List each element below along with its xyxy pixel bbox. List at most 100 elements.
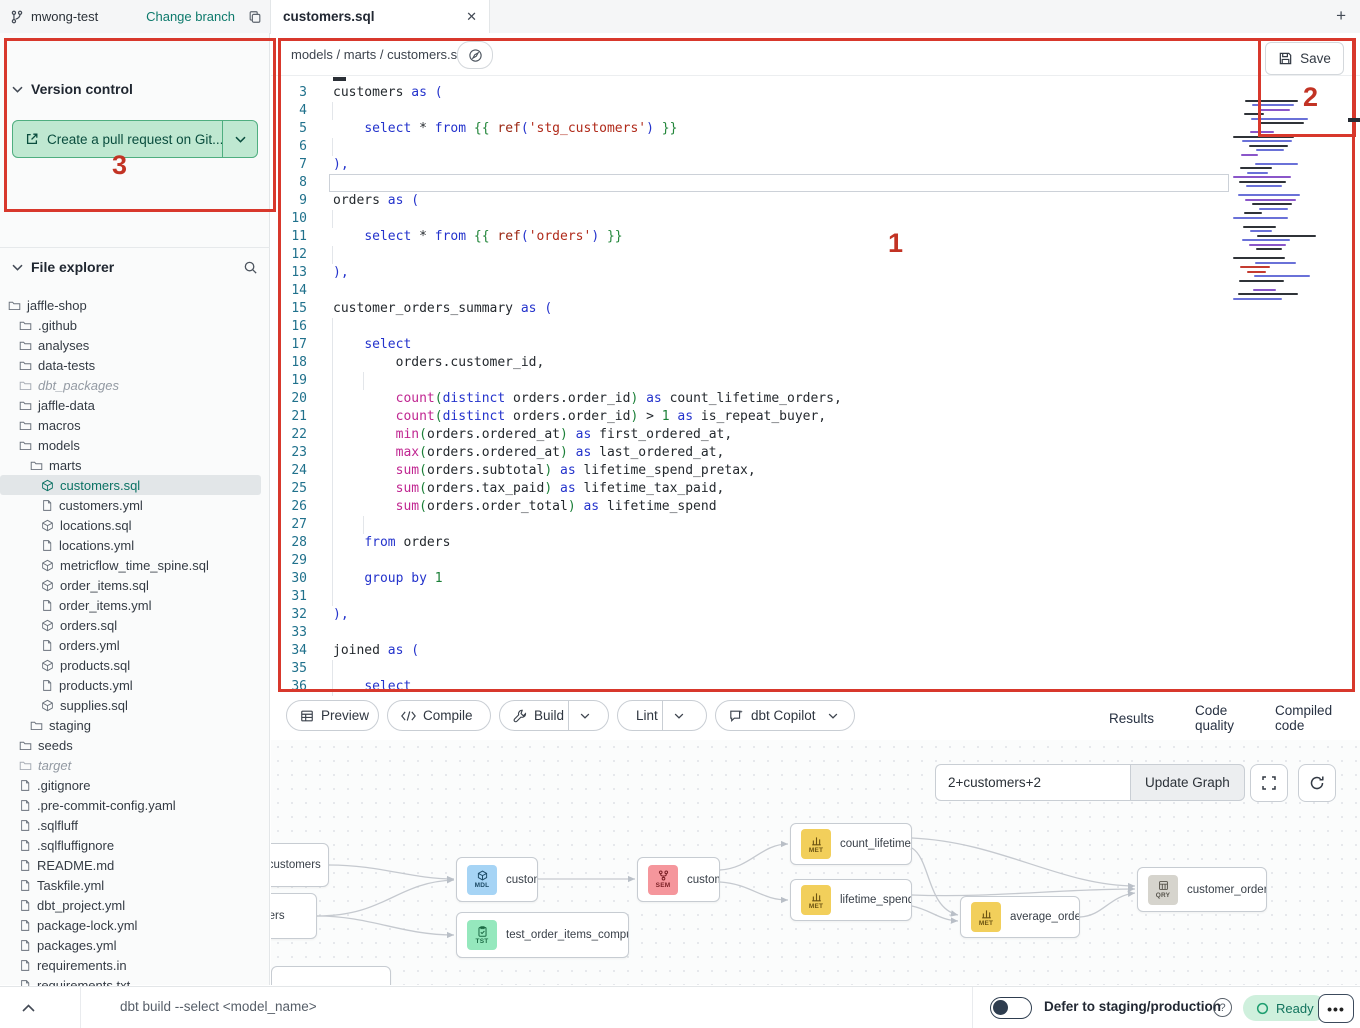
lineage-node-test_order_items_compute_to_bools…[interactable]: TSTtest_order_items_compute_to_bools… bbox=[456, 912, 629, 958]
file-tree-item-orders.yml[interactable]: orders.yml bbox=[0, 635, 269, 655]
file-tree-item-target[interactable]: target bbox=[0, 755, 269, 775]
code-line-11[interactable]: 11 select * from {{ ref('orders') }} bbox=[271, 228, 1360, 246]
create-pull-request-button[interactable]: Create a pull request on Git... bbox=[12, 120, 258, 158]
file-tree-item-macros[interactable]: macros bbox=[0, 415, 269, 435]
lineage-node-customers[interactable]: MDLcustomers bbox=[456, 857, 538, 902]
code-editor[interactable]: 3customers as (45 select * from {{ ref('… bbox=[271, 76, 1360, 697]
file-tree-item-order_items.yml[interactable]: order_items.yml bbox=[0, 595, 269, 615]
lineage-node-customers[interactable]: SEMcustomers bbox=[637, 857, 720, 902]
lint-split-button[interactable]: Lint bbox=[617, 700, 707, 731]
command-input[interactable]: dbt build --select <model_name> bbox=[120, 999, 317, 1014]
status-ready-badge[interactable]: Ready bbox=[1243, 995, 1327, 1021]
tab-close-icon[interactable]: ✕ bbox=[466, 9, 477, 25]
help-icon[interactable]: ? bbox=[1213, 998, 1232, 1017]
file-tree-item-supplies.sql[interactable]: supplies.sql bbox=[0, 695, 269, 715]
code-line-8[interactable]: 8 bbox=[271, 174, 1360, 192]
version-control-header[interactable]: Version control bbox=[12, 81, 133, 97]
code-line-32[interactable]: 32), bbox=[271, 606, 1360, 624]
minimap[interactable] bbox=[1233, 95, 1319, 307]
change-branch-link[interactable]: Change branch bbox=[146, 9, 235, 24]
file-tree-item-dbt_packages[interactable]: dbt_packages bbox=[0, 375, 269, 395]
lineage-selector-input[interactable] bbox=[935, 764, 1130, 801]
file-tree-item-marts[interactable]: marts bbox=[0, 455, 269, 475]
code-line-24[interactable]: 24 sum(orders.subtotal) as lifetime_spen… bbox=[271, 462, 1360, 480]
code-line-4[interactable]: 4 bbox=[271, 102, 1360, 120]
tab-results[interactable]: Results bbox=[1109, 697, 1154, 739]
code-line-29[interactable]: 29 bbox=[271, 552, 1360, 570]
fullscreen-button[interactable] bbox=[1250, 764, 1288, 802]
new-tab-icon[interactable]: + bbox=[1336, 6, 1346, 26]
code-line-9[interactable]: 9orders as ( bbox=[271, 192, 1360, 210]
lineage-node-orders[interactable]: orders bbox=[271, 893, 317, 939]
code-line-12[interactable]: 12 bbox=[271, 246, 1360, 264]
code-line-30[interactable]: 30 group by 1 bbox=[271, 570, 1360, 588]
build-split-button[interactable]: Build bbox=[499, 700, 609, 731]
lineage-panel[interactable]: stg_customersorders MDLcustomers TSTtest_o… bbox=[271, 740, 1360, 985]
code-line-15[interactable]: 15customer_orders_summary as ( bbox=[271, 300, 1360, 318]
tab-compiled-code[interactable]: Compiled code bbox=[1275, 697, 1332, 739]
code-line-27[interactable]: 27 bbox=[271, 516, 1360, 534]
lineage-node-partial[interactable] bbox=[271, 966, 391, 985]
dbt-copilot-button[interactable]: dbt Copilot bbox=[715, 700, 855, 731]
code-line-18[interactable]: 18 orders.customer_id, bbox=[271, 354, 1360, 372]
copilot-circle-icon[interactable] bbox=[457, 41, 493, 69]
lineage-node-stg_customers[interactable]: stg_customers bbox=[271, 843, 329, 887]
code-line-36[interactable]: 36 select bbox=[271, 678, 1360, 696]
refresh-button[interactable] bbox=[1298, 764, 1336, 802]
file-tree-item-orders.sql[interactable]: orders.sql bbox=[0, 615, 269, 635]
file-tree-item-.github[interactable]: .github bbox=[0, 315, 269, 335]
copy-icon[interactable] bbox=[248, 10, 262, 24]
file-tree-item-.pre-commit-config.yaml[interactable]: .pre-commit-config.yaml bbox=[0, 795, 269, 815]
file-explorer-header[interactable]: File explorer bbox=[12, 259, 258, 275]
defer-toggle[interactable] bbox=[990, 997, 1032, 1019]
code-line-14[interactable]: 14 bbox=[271, 282, 1360, 300]
copilot-dropdown-chevron[interactable] bbox=[820, 713, 846, 719]
code-line-23[interactable]: 23 max(orders.ordered_at) as last_ordere… bbox=[271, 444, 1360, 462]
update-graph-button[interactable]: Update Graph bbox=[1130, 764, 1245, 801]
file-tree-item-order_items.sql[interactable]: order_items.sql bbox=[0, 575, 269, 595]
code-line-17[interactable]: 17 select bbox=[271, 336, 1360, 354]
file-tree-item-.sqlfluffignore[interactable]: .sqlfluffignore bbox=[0, 835, 269, 855]
code-line-3[interactable]: 3customers as ( bbox=[271, 84, 1360, 102]
file-tree-item-customers.yml[interactable]: customers.yml bbox=[0, 495, 269, 515]
code-line-10[interactable]: 10 bbox=[271, 210, 1360, 228]
code-line-28[interactable]: 28 from orders bbox=[271, 534, 1360, 552]
code-line-16[interactable]: 16 bbox=[271, 318, 1360, 336]
build-dropdown-chevron[interactable] bbox=[569, 713, 601, 719]
file-tree-item-locations.sql[interactable]: locations.sql bbox=[0, 515, 269, 535]
preview-button[interactable]: Preview bbox=[286, 700, 379, 731]
code-line-31[interactable]: 31 bbox=[271, 588, 1360, 606]
save-button[interactable]: Save bbox=[1265, 42, 1344, 75]
file-tree-item-requirements.in[interactable]: requirements.in bbox=[0, 955, 269, 975]
lineage-node-lifetime_spend_pretax[interactable]: METlifetime_spend_pretax bbox=[790, 879, 912, 921]
code-line-7[interactable]: 7), bbox=[271, 156, 1360, 174]
file-tree-item-jaffle-data[interactable]: jaffle-data bbox=[0, 395, 269, 415]
more-options-button[interactable]: ••• bbox=[1318, 994, 1354, 1023]
code-line-34[interactable]: 34joined as ( bbox=[271, 642, 1360, 660]
code-line-19[interactable]: 19 bbox=[271, 372, 1360, 390]
file-tree-item-staging[interactable]: staging bbox=[0, 715, 269, 735]
tab-customers-sql[interactable]: customers.sql ✕ bbox=[270, 0, 490, 33]
file-tree-item-.gitignore[interactable]: .gitignore bbox=[0, 775, 269, 795]
file-tree-item-seeds[interactable]: seeds bbox=[0, 735, 269, 755]
code-line-13[interactable]: 13), bbox=[271, 264, 1360, 282]
tab-code-quality[interactable]: Code quality bbox=[1195, 697, 1234, 739]
file-tree-item-jaffle-shop[interactable]: jaffle-shop bbox=[0, 295, 269, 315]
file-tree-item-models[interactable]: models bbox=[0, 435, 269, 455]
file-tree-item-data-tests[interactable]: data-tests bbox=[0, 355, 269, 375]
code-line-21[interactable]: 21 count(distinct orders.order_id) > 1 a… bbox=[271, 408, 1360, 426]
code-line-25[interactable]: 25 sum(orders.tax_paid) as lifetime_tax_… bbox=[271, 480, 1360, 498]
file-tree-item-dbt_project.yml[interactable]: dbt_project.yml bbox=[0, 895, 269, 915]
expand-caret-icon[interactable] bbox=[22, 999, 35, 1017]
code-line-33[interactable]: 33 bbox=[271, 624, 1360, 642]
lineage-node-average_order_value[interactable]: METaverage_order_value bbox=[960, 896, 1080, 938]
file-tree-item-locations.yml[interactable]: locations.yml bbox=[0, 535, 269, 555]
lineage-node-customer_order_metrics[interactable]: QRYcustomer_order_metrics bbox=[1137, 867, 1267, 912]
file-tree-item-package-lock.yml[interactable]: package-lock.yml bbox=[0, 915, 269, 935]
lineage-node-count_lifetime_orders[interactable]: METcount_lifetime_orders bbox=[790, 823, 912, 865]
file-tree-item-Taskfile.yml[interactable]: Taskfile.yml bbox=[0, 875, 269, 895]
code-line-35[interactable]: 35 bbox=[271, 660, 1360, 678]
pr-dropdown-chevron[interactable] bbox=[222, 121, 257, 157]
file-tree-item-metricflow_time_spine.sql[interactable]: metricflow_time_spine.sql bbox=[0, 555, 269, 575]
file-tree-item-.sqlfluff[interactable]: .sqlfluff bbox=[0, 815, 269, 835]
